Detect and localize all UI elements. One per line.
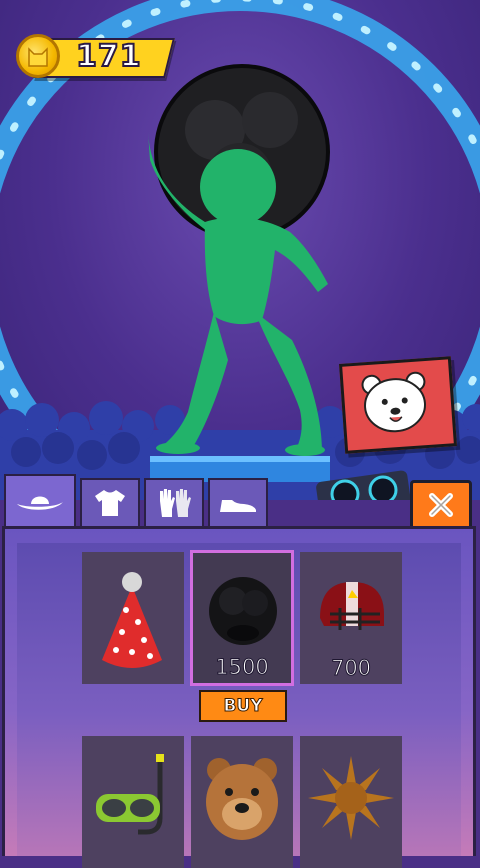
tab-gloves[interactable] <box>144 478 204 528</box>
tab-shirts[interactable] <box>80 478 140 528</box>
bear-avatar-icon <box>361 371 426 433</box>
tshirt-icon <box>95 490 125 516</box>
tab-shoes[interactable] <box>208 478 268 528</box>
bear-mask-icon <box>206 758 278 840</box>
player-avatar-button[interactable] <box>338 356 458 454</box>
close-button[interactable] <box>410 480 472 530</box>
cowboy-hat-icon <box>17 496 63 510</box>
shoe-icon <box>220 500 256 512</box>
coin-count: 171 <box>75 38 142 75</box>
item-price: 1500 <box>215 655 269 680</box>
category-tabs <box>4 474 268 530</box>
football-helmet-icon <box>320 582 384 630</box>
shop-item-bear-mask[interactable] <box>191 736 293 868</box>
gloves-icon <box>160 489 191 517</box>
shop-item-sun-hat[interactable] <box>300 736 402 868</box>
tab-hats[interactable] <box>4 474 76 530</box>
close-icon <box>429 493 453 517</box>
item-price: 700 <box>330 656 372 681</box>
afro-wig-icon <box>209 577 277 645</box>
shop-item-football-helmet[interactable]: 700 <box>300 552 402 684</box>
shop-item-party-hat[interactable] <box>82 552 184 684</box>
cat-coin-icon <box>16 34 60 78</box>
shop-item-afro-wig[interactable]: 1500 <box>190 550 294 686</box>
party-hat-icon <box>102 572 162 668</box>
sun-hat-icon <box>308 756 394 840</box>
buy-button[interactable]: BUY <box>199 690 287 722</box>
shop-item-snorkel-mask[interactable] <box>82 736 184 868</box>
snorkel-mask-icon <box>96 754 164 835</box>
